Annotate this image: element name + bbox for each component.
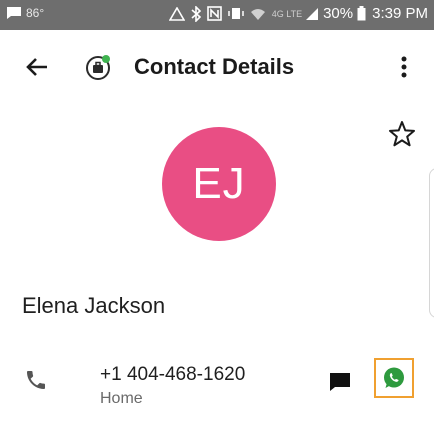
overflow-menu-button[interactable] [392,52,416,82]
contact-avatar: EJ [162,127,276,241]
contact-name: Elena Jackson [22,293,166,318]
battery-percent-text: 30% [323,5,354,22]
avatar-initials: EJ [192,159,246,208]
vibrate-icon [227,8,244,19]
status-bar-right: 4G LTE 30% 3:39 PM [168,5,428,22]
back-button[interactable] [22,52,52,82]
clock-text: 3:39 PM [372,5,428,22]
message-icon [330,373,350,391]
bluetooth-icon [191,5,201,22]
wifi-icon [250,8,265,20]
status-bar: 86° 4G LTE 30% 3:39 PM [0,0,434,30]
more-vert-icon [401,56,407,78]
work-profile-icon [86,55,110,80]
signal-icon [306,7,319,20]
status-bar-left: 86° [6,6,44,20]
arrow-back-icon [26,58,47,76]
phone-type-label: Home [100,390,143,407]
favorite-star-icon[interactable] [388,120,416,148]
page-title: Contact Details [134,54,295,79]
nfc-icon [206,6,222,21]
temperature-text: 86° [26,6,45,20]
phone-icon [27,371,45,389]
edge-panel-handle[interactable] [429,168,434,318]
send-message-button[interactable] [326,368,354,396]
app-bar: Contact Details [0,30,434,106]
network-type-text: 4G LTE [271,8,303,19]
whatsapp-button[interactable] [374,358,414,398]
phone-number-text: +1 404-468-1620 [100,364,246,385]
whatsapp-icon [384,367,404,388]
message-icon [7,7,21,19]
phone-number-row[interactable]: +1 404-468-1620 Home [0,356,434,416]
contact-details-screen: 86° 4G LTE 30% 3:39 PM Contact Details E… [0,0,434,428]
weather-icon [168,6,185,21]
battery-icon [357,6,366,21]
